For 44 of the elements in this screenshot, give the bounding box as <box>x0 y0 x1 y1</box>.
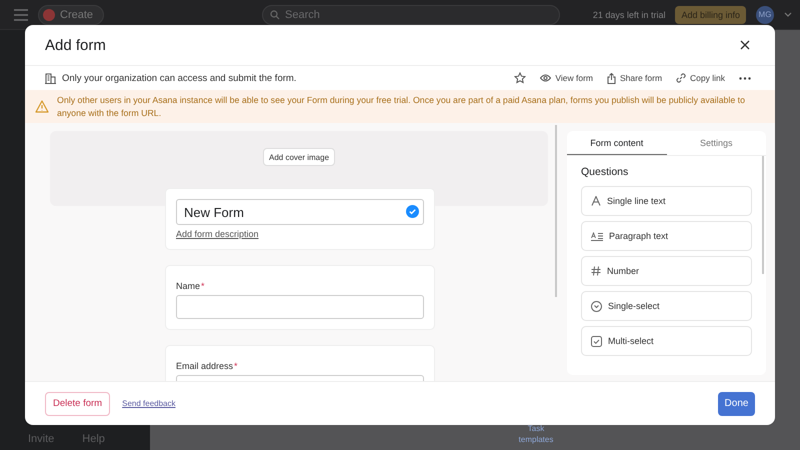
question-type-item[interactable]: Multi-select <box>581 326 752 356</box>
letter-icon <box>591 196 601 206</box>
more-icon[interactable] <box>739 76 751 80</box>
dropdown-circle-icon <box>591 300 602 312</box>
share-form-button[interactable]: Share form <box>606 72 662 84</box>
view-form-button[interactable]: View form <box>540 73 593 83</box>
star-icon[interactable] <box>514 72 526 84</box>
paragraph-icon <box>591 232 603 240</box>
send-feedback-link[interactable]: Send feedback <box>122 399 176 408</box>
close-icon[interactable] <box>740 40 750 50</box>
link-icon <box>676 73 686 83</box>
checkbox-icon <box>591 336 602 346</box>
delete-form-button[interactable]: Delete form <box>45 392 110 416</box>
questions-heading: Questions <box>581 166 630 178</box>
share-icon <box>606 72 616 84</box>
add-cover-image-button[interactable]: Add cover image <box>262 148 336 166</box>
input-field[interactable] <box>176 295 424 319</box>
check-icon <box>406 205 419 218</box>
hash-icon <box>591 266 601 276</box>
eye-icon <box>540 74 552 82</box>
tab[interactable]: Form content <box>567 131 666 155</box>
link-form-button[interactable]: Copy link <box>676 73 725 83</box>
scrollbar[interactable] <box>762 156 764 274</box>
search-field[interactable]: Search <box>262 4 560 24</box>
dialog-title: Add form <box>45 36 106 54</box>
search-icon <box>270 10 280 20</box>
access-text: Only your organization can access and submit the form. <box>62 72 296 84</box>
menu-icon[interactable] <box>14 8 28 20</box>
field-label: Name* <box>176 281 206 291</box>
scrollbar[interactable] <box>555 125 557 297</box>
tab[interactable]: Settings <box>666 131 766 155</box>
building-icon <box>45 72 56 84</box>
question-type-item[interactable]: Number <box>581 256 752 286</box>
question-type-item[interactable]: Single-select <box>581 291 752 321</box>
field-label: Email address* <box>176 361 239 371</box>
warning-icon <box>35 100 49 113</box>
trial-warning-text: Only other users in your Asana instance will be able to see your Form during your free trial. Once you are part of a paid Asana plan, forms you publish will be publicly available to anyone with the form URL. <box>57 94 746 120</box>
form-title-field[interactable]: New Form <box>176 199 424 225</box>
question-type-item[interactable]: Paragraph text <box>581 221 752 251</box>
caret-icon[interactable] <box>784 12 792 18</box>
add-description-link[interactable]: Add form description <box>176 229 424 239</box>
trial-text: 21 days left in trial <box>592 10 666 20</box>
question-type-item[interactable]: Single line text <box>581 186 752 216</box>
done-button[interactable]: Done <box>718 392 755 416</box>
